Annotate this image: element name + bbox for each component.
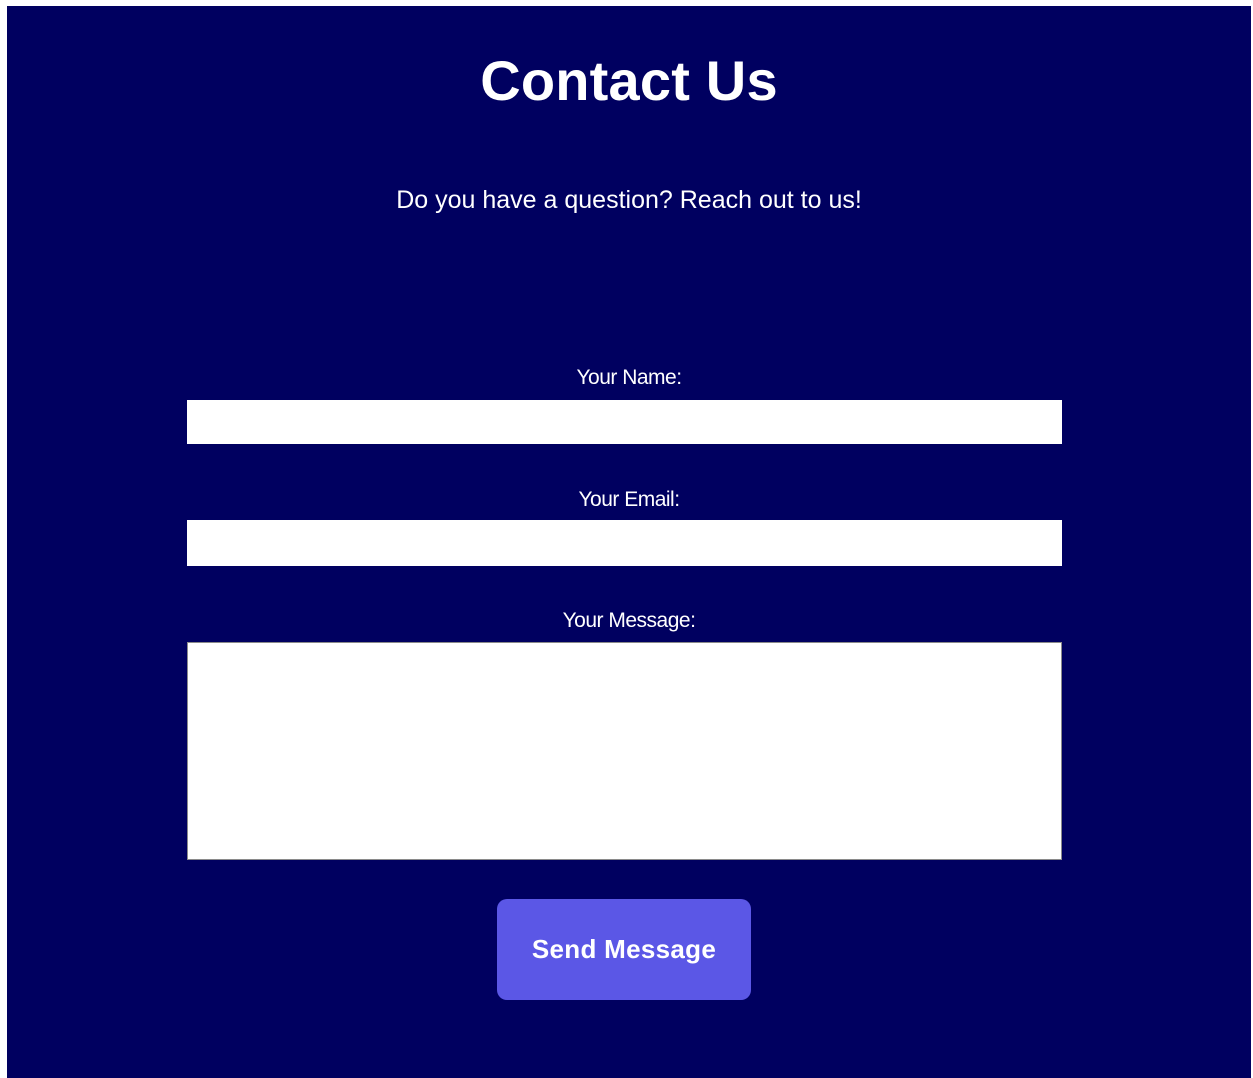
name-input[interactable] — [187, 400, 1062, 444]
email-label: Your Email: — [578, 488, 680, 511]
page-title: Contact Us — [480, 49, 778, 112]
page-subtitle: Do you have a question? Reach out to us! — [396, 186, 862, 214]
send-message-button[interactable]: Send Message — [497, 899, 751, 1000]
name-label: Your Name: — [576, 366, 682, 389]
message-textarea[interactable] — [187, 642, 1062, 860]
contact-panel: Contact Us Do you have a question? Reach… — [7, 6, 1251, 1078]
message-label: Your Message: — [562, 609, 696, 632]
email-input[interactable] — [187, 520, 1062, 566]
